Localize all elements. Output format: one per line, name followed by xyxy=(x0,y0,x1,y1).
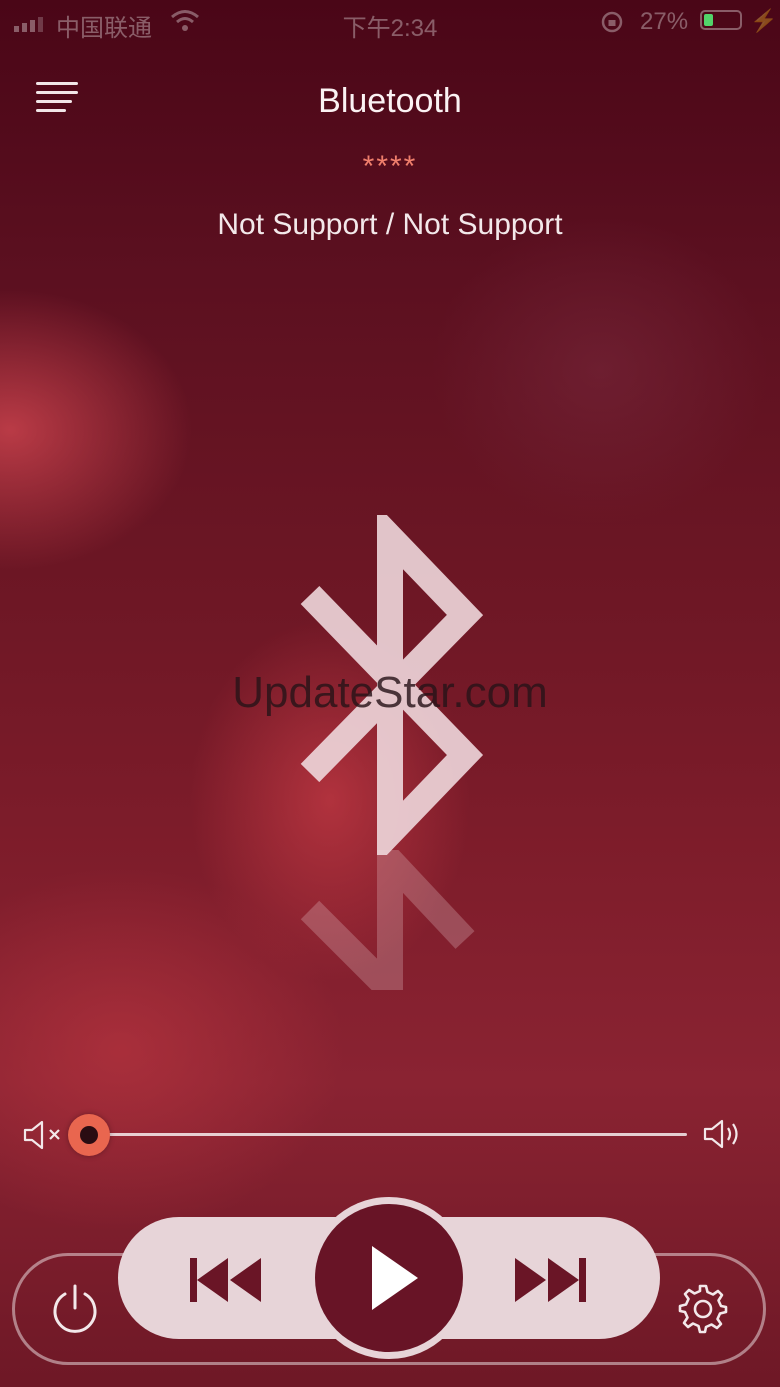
battery-percent: 27% xyxy=(640,8,689,35)
bluetooth-reflection xyxy=(300,850,475,990)
play-icon xyxy=(372,1246,418,1310)
charging-icon: ⚡ xyxy=(750,8,778,33)
volume-up-icon[interactable] xyxy=(702,1116,744,1152)
previous-icon[interactable] xyxy=(186,1250,266,1310)
bluetooth-player-screen: 中国联通 下午2:34 27% ⚡ Bluetooth **** Not Sup… xyxy=(0,0,780,1387)
power-icon[interactable] xyxy=(48,1282,102,1336)
status-bar: 中国联通 下午2:34 27% ⚡ xyxy=(0,0,780,44)
rating-stars: **** xyxy=(362,150,418,183)
track-info: Not Support / Not Support xyxy=(217,208,563,241)
rotation-lock-icon xyxy=(601,11,623,33)
settings-gear-icon[interactable] xyxy=(676,1282,730,1336)
page-title: Bluetooth xyxy=(318,82,462,120)
mute-icon[interactable] xyxy=(22,1118,66,1152)
next-icon[interactable] xyxy=(510,1250,590,1310)
volume-track[interactable] xyxy=(90,1133,687,1136)
battery-icon xyxy=(700,10,742,30)
volume-slider-handle[interactable] xyxy=(68,1114,110,1156)
watermark: UpdateStar.com xyxy=(232,668,548,717)
play-button[interactable] xyxy=(315,1204,463,1352)
